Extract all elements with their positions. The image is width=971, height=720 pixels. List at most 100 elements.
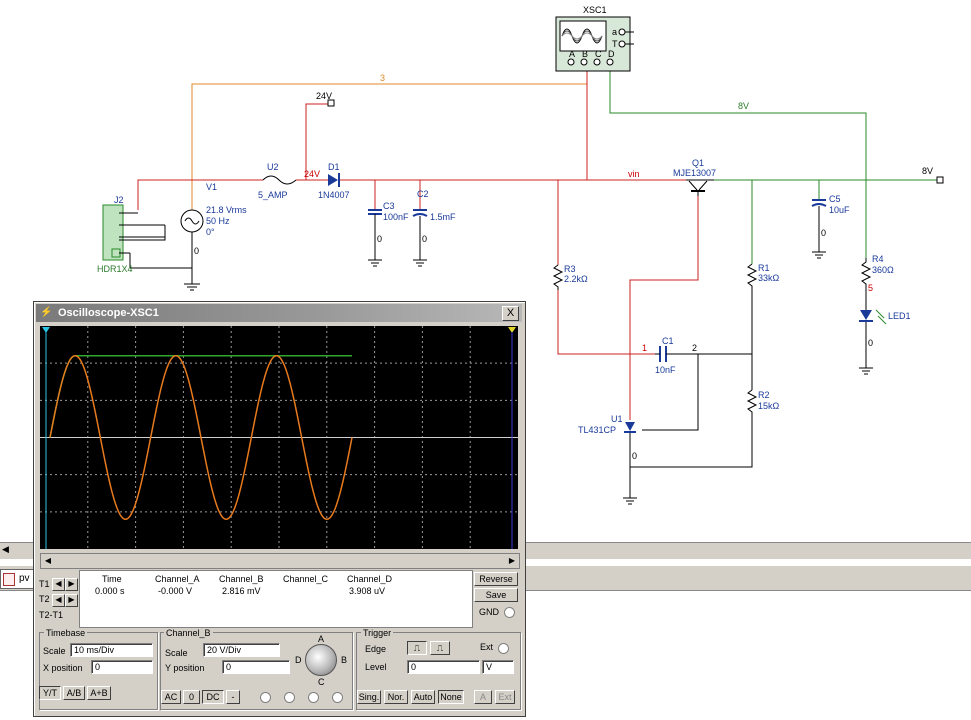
c5-ref: C5 bbox=[829, 194, 841, 204]
led1-ref: LED1 bbox=[888, 311, 911, 321]
c3-gnd-label: 0 bbox=[377, 234, 382, 244]
u2-value: 5_AMP bbox=[258, 190, 288, 200]
oscilloscope-screen[interactable] bbox=[40, 326, 518, 549]
save-button[interactable]: Save bbox=[474, 588, 518, 602]
net-label-1: 1 bbox=[642, 343, 647, 353]
mode-yt-button[interactable]: Y/T bbox=[39, 686, 61, 700]
design-tab[interactable]: pv bbox=[0, 569, 36, 589]
r3-resistor[interactable]: R3 2.2kΩ bbox=[552, 264, 588, 290]
trigger-normal-button[interactable]: Nor. bbox=[384, 690, 408, 704]
knob-label-b: B bbox=[341, 655, 348, 665]
t2-right-arrow-icon[interactable]: ▶ bbox=[65, 594, 78, 607]
trigger-a-button[interactable]: A bbox=[474, 690, 492, 704]
d1-value: 1N4007 bbox=[318, 190, 350, 200]
c3-ref: C3 bbox=[383, 201, 395, 211]
ext-radio[interactable] bbox=[498, 643, 509, 654]
c2-capacitor[interactable]: C2 1.5mF 0 bbox=[412, 189, 456, 267]
coupling-dc-button[interactable]: DC bbox=[202, 690, 224, 704]
wire-green bbox=[609, 66, 938, 264]
net-label-2: 2 bbox=[692, 343, 697, 353]
gnd-radio[interactable] bbox=[504, 607, 515, 618]
mode-a-plus-b-button[interactable]: A+B bbox=[87, 686, 111, 700]
oscilloscope-title: Oscilloscope-XSC1 bbox=[58, 307, 159, 319]
channel-b-radio[interactable] bbox=[284, 692, 295, 703]
reverse-button[interactable]: Reverse bbox=[474, 572, 518, 586]
d1-ref: D1 bbox=[328, 162, 340, 172]
j2-value: HDR1X4 bbox=[97, 264, 133, 274]
c1-ref: C1 bbox=[662, 336, 674, 346]
t2-left-arrow-icon[interactable]: ◀ bbox=[52, 594, 65, 607]
channel-scale-input[interactable]: 20 V/Div bbox=[203, 643, 280, 657]
knob-label-a: A bbox=[318, 634, 325, 644]
c2-ref: C2 bbox=[417, 189, 429, 199]
xsc1-scope-icon[interactable]: XSC1 a T A B C D bbox=[555, 5, 634, 72]
r1-ref: R1 bbox=[758, 263, 770, 273]
c3-value: 100nF bbox=[383, 212, 409, 222]
r4-resistor[interactable]: R4 360Ω 5 bbox=[860, 254, 894, 300]
channel-a-radio[interactable] bbox=[260, 692, 271, 703]
t1-right-arrow-icon[interactable]: ▶ bbox=[65, 578, 78, 591]
scope-probe-icon: ⚡ bbox=[40, 307, 53, 318]
scope-ch-d-label: D bbox=[608, 49, 615, 59]
c5-gnd-label: 0 bbox=[821, 228, 826, 238]
r2-resistor[interactable]: R2 15kΩ bbox=[746, 389, 780, 418]
gnd-label: GND bbox=[479, 607, 499, 617]
channel-scale-label: Scale bbox=[165, 648, 188, 658]
led1[interactable]: LED1 0 bbox=[859, 300, 911, 375]
net-label-5: 5 bbox=[868, 283, 873, 293]
q1-transistor[interactable]: Q1 MJE13007 bbox=[673, 158, 716, 196]
mode-ab-button[interactable]: A/B bbox=[63, 686, 85, 700]
c1-capacitor[interactable]: C1 10nF 2 bbox=[655, 336, 697, 375]
c2-value: 1.5mF bbox=[430, 212, 456, 222]
measurement-readout: Time Channel_A Channel_B Channel_C Chann… bbox=[79, 570, 473, 628]
trigger-none-button[interactable]: None bbox=[438, 690, 464, 704]
r2-value: 15kΩ bbox=[758, 401, 780, 411]
level-unit-select[interactable]: V bbox=[482, 660, 514, 674]
trigger-single-button[interactable]: Sing. bbox=[357, 690, 381, 704]
scope-ch-c-label: C bbox=[595, 49, 602, 59]
scope-pin-t: T bbox=[612, 39, 618, 49]
rising-edge-icon[interactable]: ⎍ bbox=[407, 641, 427, 655]
coupling-zero-button[interactable]: 0 bbox=[183, 690, 200, 704]
level-input[interactable]: 0 bbox=[407, 660, 480, 674]
design-tab-label: pv bbox=[19, 573, 30, 584]
trigger-auto-button[interactable]: Auto bbox=[411, 690, 435, 704]
c3-capacitor[interactable]: C3 100nF 0 bbox=[368, 201, 409, 267]
t1-left-arrow-icon[interactable]: ◀ bbox=[52, 578, 65, 591]
net-label-24v-top: 24V bbox=[316, 91, 332, 101]
x-position-input[interactable]: 0 bbox=[91, 660, 153, 674]
falling-edge-icon[interactable]: ⎍ bbox=[430, 641, 450, 655]
v1-ref: V1 bbox=[206, 182, 217, 192]
trigger-ext-button[interactable]: Ext bbox=[495, 690, 515, 704]
scope-ch-b-label: B bbox=[582, 49, 588, 59]
scroll-right-icon[interactable]: ▶ bbox=[506, 555, 518, 566]
header-channel-b: Channel_B bbox=[219, 574, 264, 584]
v1-value1: 21.8 Vrms bbox=[206, 205, 247, 215]
v1-ac-source[interactable]: V1 21.8 Vrms 50 Hz 0° 0 bbox=[180, 182, 247, 256]
u2-fuse[interactable]: U2 5_AMP bbox=[258, 162, 297, 200]
oscilloscope-window[interactable]: ⚡ Oscilloscope-XSC1 X ◀ ▶ T1 ◀ ▶ T2 ◀ ▶ … bbox=[33, 301, 526, 717]
oscilloscope-titlebar[interactable]: ⚡ Oscilloscope-XSC1 X bbox=[36, 304, 522, 322]
r1-resistor[interactable]: R1 33kΩ bbox=[746, 263, 780, 290]
cursor-t2t1-label: T2-T1 bbox=[39, 610, 64, 620]
channel-d-radio[interactable] bbox=[332, 692, 343, 703]
channel-selector-knob-icon[interactable] bbox=[305, 644, 337, 676]
scroll-left-icon[interactable]: ◀ bbox=[2, 545, 12, 555]
coupling-ac-button[interactable]: AC bbox=[161, 690, 181, 704]
j2-header[interactable]: J2 HDR1X4 bbox=[97, 195, 166, 274]
d1-diode[interactable]: D1 1N4007 bbox=[318, 162, 350, 200]
coupling-minus-button[interactable]: - bbox=[226, 690, 240, 704]
x-position-label: X position bbox=[43, 663, 83, 673]
ground-symbol bbox=[184, 268, 200, 291]
u1-tl431[interactable]: U1 TL431CP 0 bbox=[578, 414, 637, 505]
close-button[interactable]: X bbox=[502, 306, 519, 321]
net-label-8v-out: 8V bbox=[922, 166, 933, 176]
channel-c-radio[interactable] bbox=[308, 692, 319, 703]
r2-ref: R2 bbox=[758, 390, 770, 400]
c5-capacitor[interactable]: C5 10uF 0 bbox=[811, 194, 850, 259]
scroll-left-icon[interactable]: ◀ bbox=[42, 555, 54, 566]
y-position-label: Y position bbox=[165, 663, 205, 673]
scope-horizontal-scrollbar[interactable]: ◀ ▶ bbox=[40, 553, 520, 569]
timebase-scale-input[interactable]: 10 ms/Div bbox=[70, 643, 153, 657]
y-position-input[interactable]: 0 bbox=[222, 660, 290, 674]
